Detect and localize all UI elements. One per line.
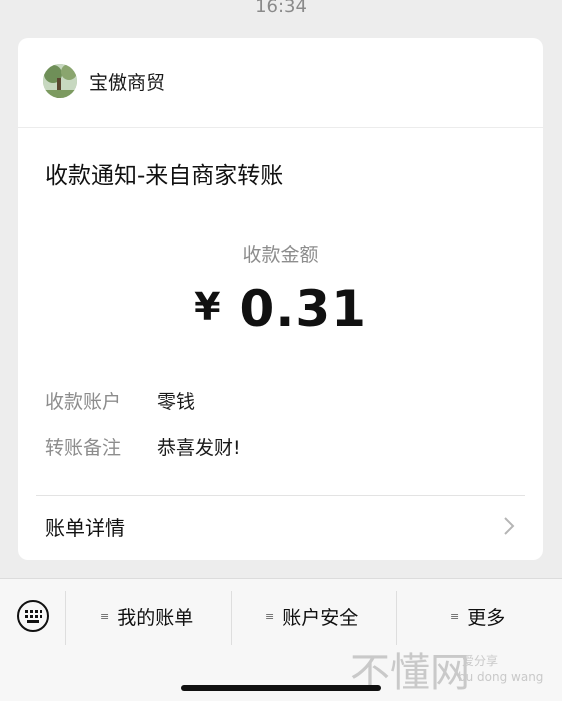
menu-icon: ≡	[100, 610, 110, 623]
chevron-right-icon	[504, 517, 515, 535]
info-value: 恭喜发财!	[157, 437, 241, 459]
info-row-remark: 转账备注 恭喜发财!	[45, 433, 241, 460]
divider	[65, 591, 66, 645]
amount-display: ¥0.31	[18, 280, 543, 338]
merchant-name: 宝傲商贸	[89, 71, 166, 94]
merchant-avatar[interactable]	[43, 64, 77, 98]
menu-icon: ≡	[265, 610, 275, 623]
bill-detail-label: 账单详情	[45, 516, 125, 540]
info-key: 收款账户	[45, 391, 122, 413]
info-key: 转账备注	[45, 437, 122, 459]
divider	[18, 127, 543, 128]
keyboard-icon[interactable]	[16, 599, 50, 633]
status-bar-time: 16:34	[255, 0, 307, 17]
divider	[396, 591, 397, 645]
menu-label: 我的账单	[117, 607, 194, 629]
payment-notice-card: 宝傲商贸 收款通知-来自商家转账 收款金额 ¥0.31 收款账户 零钱 转账备注…	[18, 38, 543, 560]
amount-label: 收款金额	[242, 244, 319, 266]
menu-label: 更多	[467, 607, 506, 629]
menu-more[interactable]: ≡ 更多	[450, 603, 505, 630]
watermark-sub: bu dong wang	[458, 670, 544, 684]
currency-symbol: ¥	[194, 285, 222, 329]
info-value: 零钱	[157, 391, 196, 413]
menu-icon: ≡	[450, 610, 460, 623]
menu-account-security[interactable]: ≡ 账户安全	[265, 603, 358, 630]
info-row-account: 收款账户 零钱	[45, 387, 195, 414]
notice-title: 收款通知-来自商家转账	[45, 163, 284, 189]
menu-label: 账户安全	[282, 607, 359, 629]
bill-detail-link[interactable]: 账单详情	[18, 496, 543, 556]
watermark-sub: 爱分享	[462, 654, 499, 668]
amount-value: 0.31	[239, 280, 367, 338]
home-indicator[interactable]	[181, 685, 381, 691]
menu-my-bills[interactable]: ≡ 我的账单	[100, 603, 193, 630]
divider	[231, 591, 232, 645]
merchant-header[interactable]: 宝傲商贸	[43, 64, 165, 98]
